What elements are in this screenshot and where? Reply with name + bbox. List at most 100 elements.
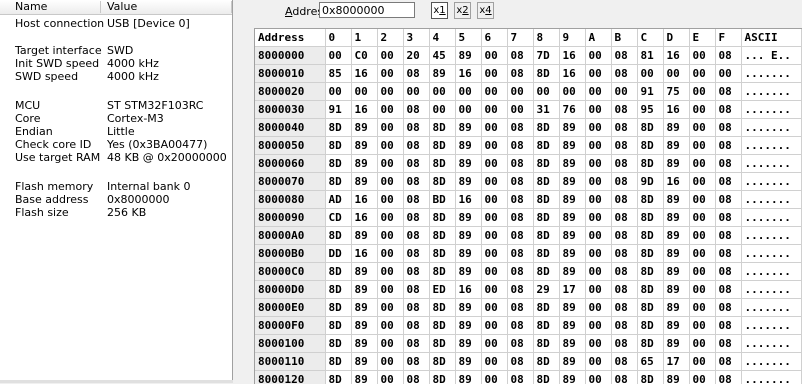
zoom-x4-button[interactable]: x4 [477, 2, 494, 19]
byte-cell[interactable]: 89 [559, 335, 585, 353]
byte-cell[interactable]: 00 [481, 299, 507, 317]
byte-cell[interactable]: 08 [611, 335, 637, 353]
byte-cell[interactable]: 89 [559, 173, 585, 191]
byte-cell[interactable]: 00 [481, 281, 507, 299]
byte-cell[interactable]: 00 [689, 299, 715, 317]
byte-cell[interactable]: 00 [377, 65, 403, 83]
byte-cell[interactable]: 08 [611, 137, 637, 155]
byte-cell[interactable]: 00 [377, 227, 403, 245]
byte-cell[interactable]: 00 [325, 47, 351, 65]
byte-cell[interactable]: 00 [689, 263, 715, 281]
byte-cell[interactable]: 00 [377, 371, 403, 384]
byte-cell[interactable]: 8D [429, 371, 455, 384]
byte-cell[interactable]: CD [325, 209, 351, 227]
byte-cell[interactable]: 8D [533, 263, 559, 281]
byte-cell[interactable]: 00 [689, 137, 715, 155]
byte-cell[interactable]: 8D [637, 119, 663, 137]
byte-cell[interactable]: 00 [585, 119, 611, 137]
byte-cell[interactable]: 08 [611, 173, 637, 191]
byte-cell[interactable]: 00 [585, 335, 611, 353]
byte-cell[interactable]: 08 [403, 155, 429, 173]
byte-cell[interactable]: 85 [325, 65, 351, 83]
byte-cell[interactable]: 89 [351, 137, 377, 155]
byte-cell[interactable]: 00 [377, 281, 403, 299]
byte-cell[interactable]: 08 [507, 227, 533, 245]
byte-cell[interactable]: 08 [611, 263, 637, 281]
byte-cell[interactable]: 08 [403, 281, 429, 299]
byte-cell[interactable]: 8D [533, 119, 559, 137]
byte-cell[interactable]: 8D [533, 245, 559, 263]
byte-cell[interactable]: 8D [533, 191, 559, 209]
byte-cell[interactable]: 89 [351, 353, 377, 371]
byte-cell[interactable]: 89 [351, 263, 377, 281]
byte-cell[interactable]: 16 [559, 65, 585, 83]
ascii-cell[interactable]: ....... [741, 83, 801, 101]
byte-cell[interactable]: 00 [585, 317, 611, 335]
byte-cell[interactable]: 8D [429, 335, 455, 353]
byte-cell[interactable]: 00 [377, 101, 403, 119]
byte-cell[interactable]: 89 [455, 209, 481, 227]
byte-cell[interactable]: 08 [403, 119, 429, 137]
byte-cell[interactable]: 08 [403, 263, 429, 281]
byte-cell[interactable]: 31 [533, 101, 559, 119]
byte-cell[interactable]: 08 [715, 335, 741, 353]
byte-cell[interactable]: 08 [611, 245, 637, 263]
byte-cell[interactable]: 89 [559, 353, 585, 371]
byte-cell[interactable]: 8D [325, 353, 351, 371]
byte-cell[interactable]: 00 [377, 263, 403, 281]
byte-cell[interactable]: 08 [403, 335, 429, 353]
byte-cell[interactable]: 00 [689, 119, 715, 137]
byte-cell[interactable]: 65 [637, 353, 663, 371]
byte-cell[interactable]: 00 [377, 299, 403, 317]
byte-cell[interactable]: 08 [715, 191, 741, 209]
byte-cell[interactable]: 00 [377, 209, 403, 227]
byte-cell[interactable]: 08 [507, 299, 533, 317]
byte-cell[interactable]: 08 [403, 353, 429, 371]
byte-cell[interactable]: 8D [429, 263, 455, 281]
byte-cell[interactable]: 08 [507, 281, 533, 299]
byte-cell[interactable]: 8D [325, 317, 351, 335]
byte-cell[interactable]: 89 [559, 191, 585, 209]
byte-cell[interactable]: 89 [559, 263, 585, 281]
byte-cell[interactable]: 8D [429, 227, 455, 245]
byte-cell[interactable]: 45 [429, 47, 455, 65]
byte-cell[interactable]: 00 [481, 155, 507, 173]
byte-cell[interactable]: 91 [325, 101, 351, 119]
byte-cell[interactable]: 8D [325, 173, 351, 191]
byte-cell[interactable]: 16 [351, 101, 377, 119]
byte-cell[interactable]: 95 [637, 101, 663, 119]
byte-cell[interactable]: 00 [325, 83, 351, 101]
property-row[interactable]: Flash size256 KB [0, 206, 232, 219]
byte-cell[interactable]: 00 [585, 173, 611, 191]
byte-cell[interactable]: 8D [429, 299, 455, 317]
byte-cell[interactable]: 00 [377, 155, 403, 173]
byte-cell[interactable]: 08 [403, 137, 429, 155]
byte-cell[interactable]: 08 [715, 227, 741, 245]
byte-cell[interactable]: 00 [689, 227, 715, 245]
byte-cell[interactable]: 89 [559, 137, 585, 155]
byte-cell[interactable]: 00 [585, 371, 611, 384]
byte-cell[interactable]: 08 [715, 155, 741, 173]
byte-cell[interactable]: 89 [351, 317, 377, 335]
byte-cell[interactable]: 00 [689, 191, 715, 209]
byte-cell[interactable]: 8D [637, 191, 663, 209]
property-row[interactable]: CoreCortex-M3 [0, 112, 232, 125]
byte-cell[interactable]: 9D [637, 173, 663, 191]
byte-cell[interactable]: 8D [637, 335, 663, 353]
byte-cell[interactable]: 89 [559, 317, 585, 335]
byte-cell[interactable]: 8D [325, 371, 351, 384]
column-divider[interactable] [100, 1, 101, 13]
byte-cell[interactable]: 08 [611, 101, 637, 119]
panel-splitter[interactable] [233, 0, 241, 383]
property-row[interactable]: Check core IDYes (0x3BA00477) [0, 138, 232, 151]
byte-cell[interactable]: 75 [663, 83, 689, 101]
byte-cell[interactable]: 08 [403, 299, 429, 317]
byte-cell[interactable]: 17 [663, 353, 689, 371]
byte-cell[interactable]: 00 [585, 263, 611, 281]
byte-cell[interactable]: 16 [663, 101, 689, 119]
ascii-cell[interactable]: ....... [741, 137, 801, 155]
byte-cell[interactable]: 8D [533, 155, 559, 173]
ascii-cell[interactable]: ....... [741, 317, 801, 335]
byte-cell[interactable]: 89 [455, 155, 481, 173]
byte-cell[interactable]: 16 [351, 65, 377, 83]
